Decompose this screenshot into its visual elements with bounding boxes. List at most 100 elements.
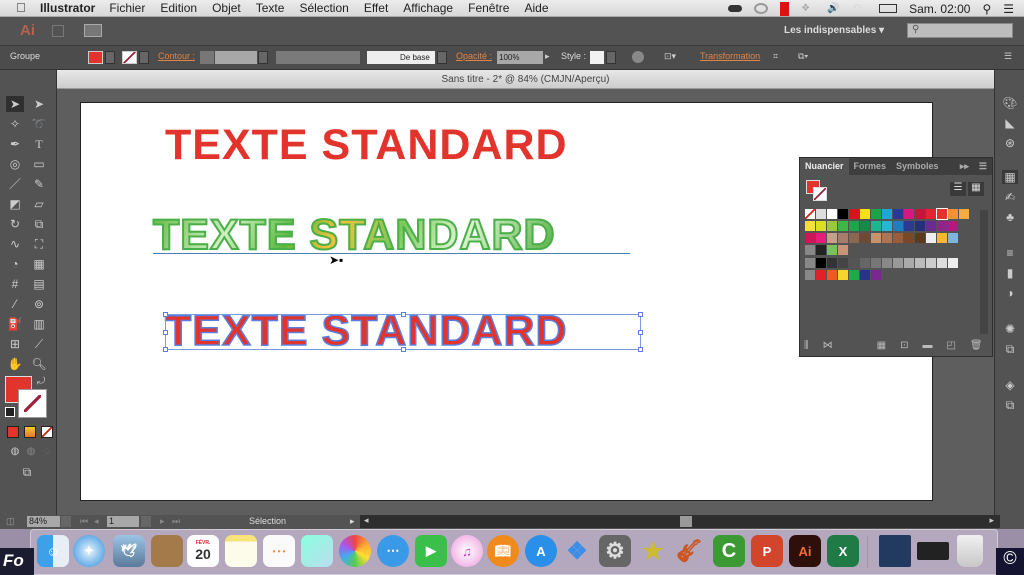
swatch[interactable]	[882, 258, 892, 268]
swatch[interactable]	[849, 221, 859, 231]
fill-dropdown[interactable]	[105, 51, 115, 64]
swatch[interactable]	[816, 233, 826, 243]
dock-photos-icon[interactable]	[339, 535, 371, 567]
variable-width-profile[interactable]	[276, 51, 360, 64]
spiral-tool-icon[interactable]: ◎	[6, 156, 24, 172]
graphic-style-dropdown[interactable]	[606, 51, 616, 64]
swatch[interactable]	[827, 245, 837, 255]
dock-trash-icon[interactable]	[957, 535, 983, 567]
align-icon[interactable]: ⊡▾	[664, 51, 676, 62]
scroll-left-icon[interactable]: ◂	[364, 515, 369, 526]
color-group-folder-icon[interactable]	[805, 258, 815, 268]
volume-icon[interactable]: 🔊	[827, 3, 841, 14]
resize-handle[interactable]	[638, 347, 643, 352]
type-tool-icon[interactable]: T	[30, 136, 48, 152]
dock-calendar-icon[interactable]: FÉVR. 20	[187, 535, 219, 567]
panel-stroke-swatch[interactable]	[813, 187, 827, 201]
recolor-artwork-icon[interactable]	[632, 51, 644, 63]
delete-swatch-icon[interactable]: 🗑︎	[970, 340, 983, 351]
help-search-input[interactable]: ⚲	[907, 23, 1013, 38]
menu-texte[interactable]: Texte	[256, 1, 285, 15]
slice-tool-icon[interactable]: ⟋	[30, 336, 48, 352]
stroke-weight-stepper[interactable]	[200, 51, 214, 64]
swatch[interactable]	[860, 233, 870, 243]
menu-selection[interactable]: Sélection	[299, 1, 348, 15]
shape-builder-tool-icon[interactable]: ◔	[6, 256, 24, 272]
color-group-folder-icon[interactable]	[805, 245, 815, 255]
list-view-icon[interactable]: ☰	[950, 182, 966, 196]
menu-effet[interactable]: Effet	[364, 1, 388, 15]
stroke-swatch[interactable]	[122, 51, 137, 64]
swatch[interactable]	[805, 221, 815, 231]
swatch[interactable]	[948, 233, 958, 243]
brush-definition-select[interactable]: De base	[367, 51, 435, 64]
swatch[interactable]	[871, 258, 881, 268]
show-kinds-icon[interactable]: ▦	[877, 340, 886, 351]
rectangle-tool-icon[interactable]: ▭	[30, 156, 48, 172]
swatch[interactable]	[893, 233, 903, 243]
clock[interactable]: Sam. 02:00	[909, 2, 970, 16]
status-tool-name[interactable]: Sélection	[249, 516, 286, 526]
swatch[interactable]	[959, 209, 969, 219]
tab-nuancier[interactable]: Nuancier	[800, 158, 849, 175]
selection-tool-icon[interactable]: ➤	[6, 96, 24, 112]
stroke-dropdown[interactable]	[139, 51, 149, 64]
swatch[interactable]	[838, 245, 848, 255]
swatch[interactable]	[915, 209, 925, 219]
menu-fichier[interactable]: Fichier	[109, 1, 145, 15]
dock-itunes-icon[interactable]: ♫	[451, 535, 483, 567]
none-mode-button[interactable]	[41, 426, 53, 438]
menu-aide[interactable]: Aide	[524, 1, 548, 15]
select-similar-icon[interactable]: ⧉▾	[798, 51, 808, 62]
dock-camtasia-recorder-icon[interactable]	[879, 535, 911, 567]
dock-imovie-icon[interactable]: ★	[637, 535, 669, 567]
swatch[interactable]	[816, 258, 826, 268]
horizontal-scrollbar[interactable]: ◂ ▸	[360, 515, 1000, 528]
cloud-icon[interactable]	[728, 5, 743, 12]
swatch[interactable]	[827, 270, 837, 280]
graphic-styles-icon[interactable]: ⧉	[1002, 342, 1018, 356]
dock-contacts-icon[interactable]	[151, 535, 183, 567]
color-group-folder-icon[interactable]	[805, 270, 815, 280]
swatch[interactable]	[816, 221, 826, 231]
eyedropper-tool-icon[interactable]: ⁄	[6, 296, 24, 312]
swatch[interactable]	[904, 209, 914, 219]
eraser-tool-icon[interactable]: ▱	[30, 196, 48, 212]
mesh-tool-icon[interactable]: #	[6, 276, 24, 292]
swatch-libraries-icon[interactable]: ⫼	[804, 340, 809, 351]
swatch[interactable]	[871, 221, 881, 231]
status-menu-arrow[interactable]: ▸	[350, 516, 355, 527]
dock-dropbox-icon[interactable]: ❖	[561, 535, 593, 567]
swatch[interactable]	[827, 258, 837, 268]
artboard-tool-icon[interactable]: ⊞	[6, 336, 24, 352]
apple-icon[interactable]: 	[16, 1, 30, 15]
isolate-group-icon[interactable]: ⌗	[773, 51, 778, 62]
swatch[interactable]	[871, 233, 881, 243]
resize-handle[interactable]	[638, 330, 643, 335]
screen-mode-icon[interactable]: ⧉	[18, 464, 36, 480]
gradient-mode-button[interactable]	[24, 426, 36, 438]
swatch[interactable]	[805, 233, 815, 243]
battery-icon[interactable]	[879, 4, 898, 13]
stroke-label-link[interactable]: Contour :	[158, 51, 195, 61]
swatch[interactable]	[904, 258, 914, 268]
swatch[interactable]	[893, 209, 903, 219]
blob-brush-tool-icon[interactable]: ◩	[6, 196, 24, 212]
free-transform-tool-icon[interactable]: ⛶	[30, 236, 48, 252]
arrange-documents-icon[interactable]	[84, 24, 102, 37]
color-mode-button[interactable]	[7, 426, 19, 438]
next-artboard-icon[interactable]: ▸	[160, 516, 165, 527]
swatch[interactable]	[849, 270, 859, 280]
dock-facetime-icon[interactable]: ▶	[415, 535, 447, 567]
swatch[interactable]	[849, 209, 859, 219]
artboard-number-input[interactable]: 1	[107, 516, 139, 527]
creative-cloud-icon[interactable]	[754, 3, 769, 14]
bridge-icon[interactable]	[52, 25, 64, 37]
stroke-color-box[interactable]	[18, 389, 47, 418]
swatch[interactable]	[926, 233, 936, 243]
swatches-panel-icon[interactable]: ▦	[1002, 170, 1018, 184]
scroll-right-icon[interactable]: ▸	[989, 515, 994, 526]
menu-objet[interactable]: Objet	[212, 1, 241, 15]
menu-edition[interactable]: Edition	[160, 1, 197, 15]
dock-appstore-icon[interactable]: A	[525, 535, 557, 567]
